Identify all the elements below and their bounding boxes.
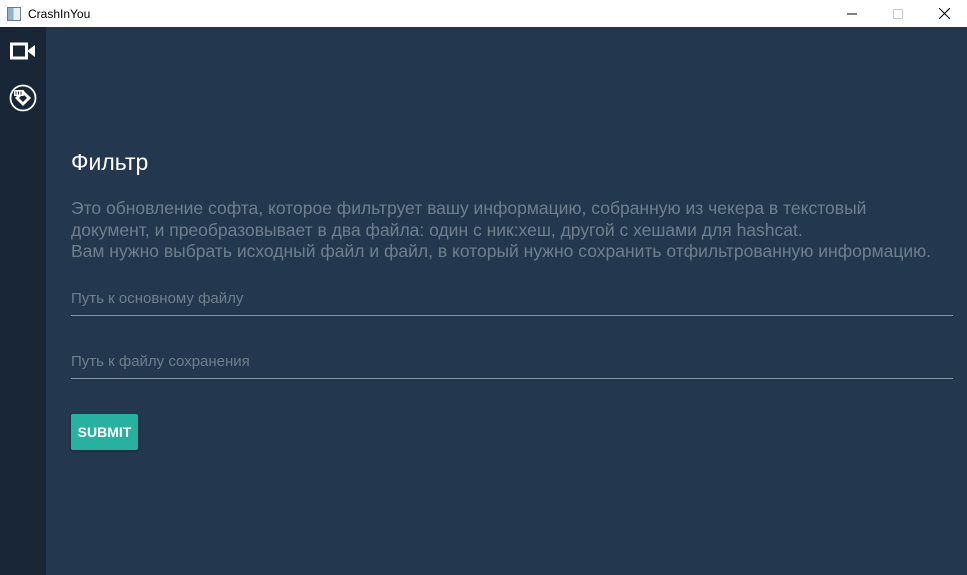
sidebar [0,27,46,575]
save-file-input[interactable] [71,345,953,379]
source-file-input[interactable] [71,282,953,316]
maximize-icon [893,8,903,19]
app-window: CrashInYou Фильтр Это обновление софта, … [0,0,967,575]
video-camera-icon [10,42,35,60]
description-line: Вам нужно выбрать исходный файл и файл, … [71,241,932,261]
minimize-button[interactable] [829,0,875,27]
window-controls [829,0,967,27]
main-content: Фильтр Это обновление софта, которое фил… [46,27,967,575]
window-title: CrashInYou [28,6,91,21]
maximize-button[interactable] [875,0,921,27]
description-line: Это обновление софта, которое фильтрует … [71,198,867,218]
minimize-icon [847,13,857,14]
sidebar-item-logo[interactable] [0,78,46,118]
submit-button[interactable]: SUBMIT [71,414,138,450]
title-bar[interactable]: CrashInYou [0,0,967,27]
description-line: документ, и преобразовывает в два файла:… [71,219,803,240]
app-icon [7,6,21,21]
description-text: Это обновление софта, которое фильтрует … [71,198,961,263]
close-button[interactable] [921,0,967,27]
close-icon [938,8,950,19]
sidebar-item-video[interactable] [0,31,46,71]
logo-badge-icon [9,84,37,112]
page-title: Фильтр [71,149,149,175]
